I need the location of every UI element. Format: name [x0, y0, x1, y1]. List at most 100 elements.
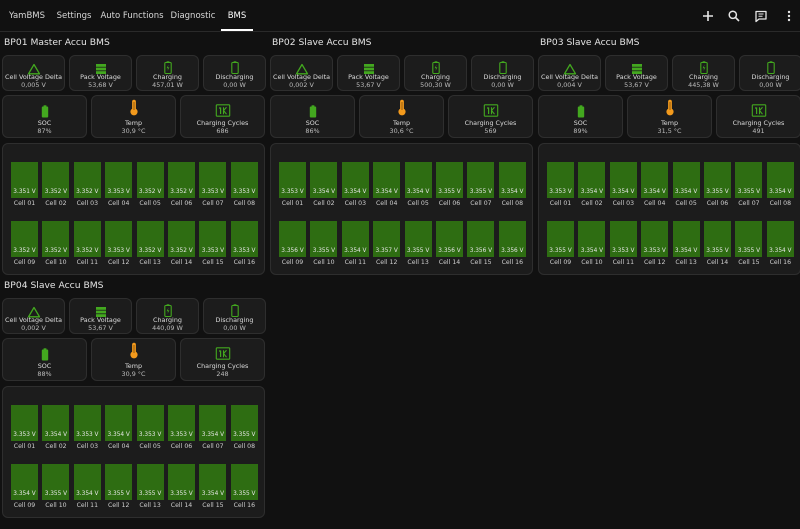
- cell-voltage-value: 3.354 V: [44, 432, 68, 438]
- cell-voltage-bar: 3.353 V: [136, 405, 164, 441]
- comment-icon[interactable]: [754, 9, 768, 23]
- cell-voltage-value: 3.355 V: [44, 491, 68, 497]
- cell-voltage-bar: 3.352 V: [136, 221, 164, 257]
- temp-card[interactable]: Temp 30,6 °C: [359, 95, 444, 138]
- cell-name: Cell 06: [706, 200, 729, 207]
- cell-voltage-bar: 3.353 V: [230, 162, 258, 198]
- cell-voltage-value: 3.351 V: [13, 189, 36, 195]
- cell-name: Cell 11: [612, 259, 634, 266]
- cell-voltage-value: 3.355 V: [233, 432, 256, 438]
- cell-name: Cell 01: [13, 200, 36, 207]
- cell-name: Cell 16: [501, 259, 523, 266]
- charging-card[interactable]: Charging 500,30 W: [404, 55, 467, 91]
- cell-voltage-value: 3.357 V: [375, 248, 398, 254]
- charging-card[interactable]: Charging 440,09 W: [136, 298, 199, 334]
- cell-name: Cell 11: [344, 259, 366, 266]
- cell-voltage-value: 3.354 V: [501, 189, 524, 195]
- soc-card[interactable]: SOC 89%: [538, 95, 623, 138]
- cell-voltage-bar: 3.355 V: [735, 162, 763, 198]
- plus-icon[interactable]: [701, 9, 715, 23]
- tab-auto-functions[interactable]: Auto Functions: [100, 0, 164, 32]
- metric-label: Cell Voltage Delta: [272, 73, 331, 81]
- cell-voltage-value: 3.353 V: [233, 189, 256, 195]
- more-vertical-icon[interactable]: [782, 9, 796, 23]
- temp-card[interactable]: Temp 31,5 °C: [627, 95, 712, 138]
- cell-voltage-bar: 3.352 V: [73, 162, 101, 198]
- cell-name: Cell 12: [107, 502, 130, 509]
- cell-voltage-value: 3.352 V: [138, 248, 162, 254]
- thermometer-icon: [129, 342, 138, 363]
- temp-card[interactable]: Temp 30,9 °C: [91, 338, 176, 381]
- cell-voltage-bar: 3.354 V: [672, 162, 700, 198]
- cell-voltage-delta-card[interactable]: Cell Voltage Delta 0,002 V: [2, 298, 65, 334]
- cell-voltage-delta-card[interactable]: Cell Voltage Delta 0,002 V: [270, 55, 333, 91]
- tab-diagnostic[interactable]: Diagnostic: [170, 0, 216, 32]
- tab-settings[interactable]: Settings: [54, 0, 94, 32]
- discharging-card[interactable]: Discharging 0,00 W: [203, 55, 266, 91]
- cell-voltage-value: 3.354 V: [769, 189, 792, 195]
- cell-voltage-bar: 3.352 V: [42, 162, 70, 198]
- metric-value: 0,004 V: [557, 81, 582, 89]
- cell-name: Cell 07: [470, 200, 492, 207]
- cell-voltage-value: 3.355 V: [706, 248, 729, 254]
- cell-name: Cell 13: [139, 259, 161, 266]
- soc-card[interactable]: SOC 86%: [270, 95, 355, 138]
- metric-value: 31,5 °C: [657, 127, 682, 135]
- cell-voltage-delta-card[interactable]: Cell Voltage Delta 0,005 V: [2, 55, 65, 91]
- cell-name: Cell 15: [470, 259, 492, 266]
- cell-voltage-value: 3.352 V: [138, 189, 162, 195]
- cell-voltage-bar: 3.355 V: [230, 405, 258, 441]
- charging-cycles-card[interactable]: Charging Cycles 686: [180, 95, 265, 138]
- cell-voltage-value: 3.353 V: [612, 248, 635, 254]
- cell-name: Cell 07: [202, 200, 224, 207]
- soc-card[interactable]: SOC 88%: [2, 338, 87, 381]
- cell-voltage-value: 3.354 V: [201, 432, 225, 438]
- search-icon[interactable]: [727, 9, 741, 23]
- cell-voltage-value: 3.354 V: [580, 248, 604, 254]
- cell-voltage-bar: 3.354 V: [373, 162, 401, 198]
- metric-value: 248: [216, 370, 229, 378]
- discharging-card[interactable]: Discharging 0,00 W: [471, 55, 534, 91]
- bms-section-title: BP02 Slave Accu BMS: [272, 37, 372, 48]
- pack-voltage-card[interactable]: Pack Voltage 53,67 V: [605, 55, 668, 91]
- cell-voltage-bar: 3.354 V: [11, 464, 38, 500]
- temp-card[interactable]: Temp 30,9 °C: [91, 95, 176, 138]
- cell-name: Cell 02: [313, 200, 335, 207]
- charging-card[interactable]: Charging 445,38 W: [672, 55, 735, 91]
- charging-cycles-card[interactable]: Charging Cycles 569: [448, 95, 533, 138]
- cell-voltage-value: 3.352 V: [76, 248, 99, 254]
- metric-value: 30,9 °C: [121, 370, 146, 378]
- charging-cycles-card[interactable]: Charging Cycles 248: [180, 338, 265, 381]
- cell-voltage-delta-card[interactable]: Cell Voltage Delta 0,004 V: [538, 55, 601, 91]
- soc-card[interactable]: SOC 87%: [2, 95, 87, 138]
- tab-yambms[interactable]: YamBMS: [4, 0, 50, 32]
- cell-voltage-bar: 3.354 V: [641, 162, 669, 198]
- cell-voltage-bar: 3.354 V: [199, 464, 227, 500]
- charging-cycles-card[interactable]: Charging Cycles 491: [716, 95, 800, 138]
- cell-voltage-value: 3.355 V: [312, 248, 336, 254]
- cell-name: Cell 16: [233, 259, 255, 266]
- cell-name: Cell 09: [549, 259, 572, 266]
- metric-label: Pack Voltage: [616, 73, 657, 81]
- cell-name: Cell 09: [13, 259, 36, 266]
- metric-value: 0,005 V: [21, 81, 46, 89]
- cell-name: Cell 15: [202, 259, 224, 266]
- charging-card[interactable]: Charging 457,01 W: [136, 55, 199, 91]
- discharging-card[interactable]: Discharging 0,00 W: [739, 55, 800, 91]
- pack-voltage-card[interactable]: Pack Voltage 53,67 V: [69, 298, 132, 334]
- metric-value: 88%: [37, 370, 52, 378]
- cell-name: Cell 05: [407, 200, 429, 207]
- discharging-card[interactable]: Discharging 0,00 W: [203, 298, 266, 334]
- cell-voltage-bar: 3.356 V: [279, 221, 306, 257]
- tab-bms[interactable]: BMS: [222, 0, 252, 32]
- cell-name: Cell 12: [375, 259, 398, 266]
- cell-name: Cell 03: [76, 200, 98, 207]
- metric-label: Cell Voltage Delta: [4, 316, 63, 324]
- pack-voltage-card[interactable]: Pack Voltage 53,68 V: [69, 55, 132, 91]
- metric-label: Cell Voltage Delta: [4, 73, 63, 81]
- cell-voltage-value: 3.355 V: [170, 491, 193, 497]
- cell-name: Cell 10: [45, 502, 67, 509]
- cell-voltage-value: 3.353 V: [549, 189, 572, 195]
- pack-voltage-card[interactable]: Pack Voltage 53,67 V: [337, 55, 400, 91]
- cell-voltage-value: 3.354 V: [13, 491, 36, 497]
